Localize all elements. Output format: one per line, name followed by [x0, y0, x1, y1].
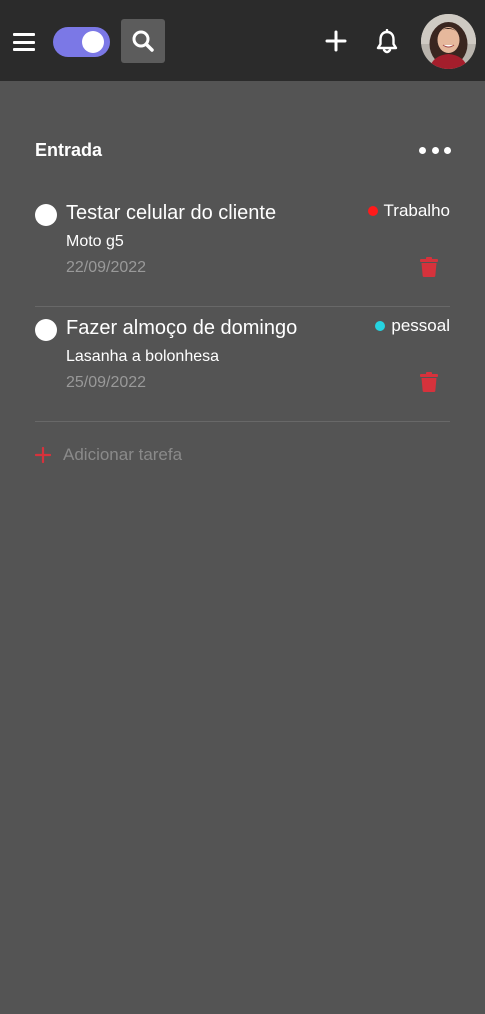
task-date: 25/09/2022 — [66, 374, 147, 391]
toggle-knob — [82, 31, 104, 53]
avatar-image — [421, 14, 476, 69]
search-button[interactable] — [121, 19, 165, 63]
notifications-button[interactable] — [375, 28, 399, 55]
more-options-icon[interactable] — [419, 144, 451, 156]
add-task-button[interactable]: Adicionar tarefa — [35, 445, 182, 465]
plus-icon — [35, 447, 51, 463]
task-title[interactable]: Testar celular do cliente — [66, 202, 276, 225]
bell-icon — [376, 28, 398, 54]
theme-toggle[interactable] — [53, 27, 110, 57]
add-button[interactable] — [324, 29, 348, 53]
delete-task-button[interactable] — [420, 372, 438, 392]
task-description: Moto g5 — [66, 233, 124, 250]
add-task-label: Adicionar tarefa — [63, 445, 183, 464]
task-item: Fazer almoço de domingo Lasanha a bolonh… — [35, 307, 450, 422]
trash-icon — [420, 372, 438, 392]
task-tag: pessoal — [375, 316, 450, 336]
top-bar — [0, 0, 485, 81]
task-description: Lasanha a bolonhesa — [66, 348, 220, 365]
search-icon — [132, 30, 154, 52]
plus-icon — [325, 30, 347, 52]
user-avatar[interactable] — [421, 14, 476, 69]
task-title[interactable]: Fazer almoço de domingo — [66, 317, 297, 340]
tag-color-dot — [375, 321, 386, 331]
hamburger-menu-icon[interactable] — [13, 33, 35, 51]
task-date: 22/09/2022 — [66, 259, 147, 276]
task-complete-checkbox[interactable] — [35, 204, 57, 226]
task-tag: Trabalho — [367, 201, 450, 221]
task-complete-checkbox[interactable] — [35, 319, 57, 341]
section-title: Entrada — [35, 140, 103, 160]
tag-label: Trabalho — [383, 201, 450, 220]
tag-label: pessoal — [391, 316, 450, 335]
delete-task-button[interactable] — [420, 257, 438, 277]
task-item: Testar celular do cliente Moto g5 22/09/… — [35, 192, 450, 307]
trash-icon — [420, 257, 438, 277]
tag-color-dot — [367, 206, 378, 216]
